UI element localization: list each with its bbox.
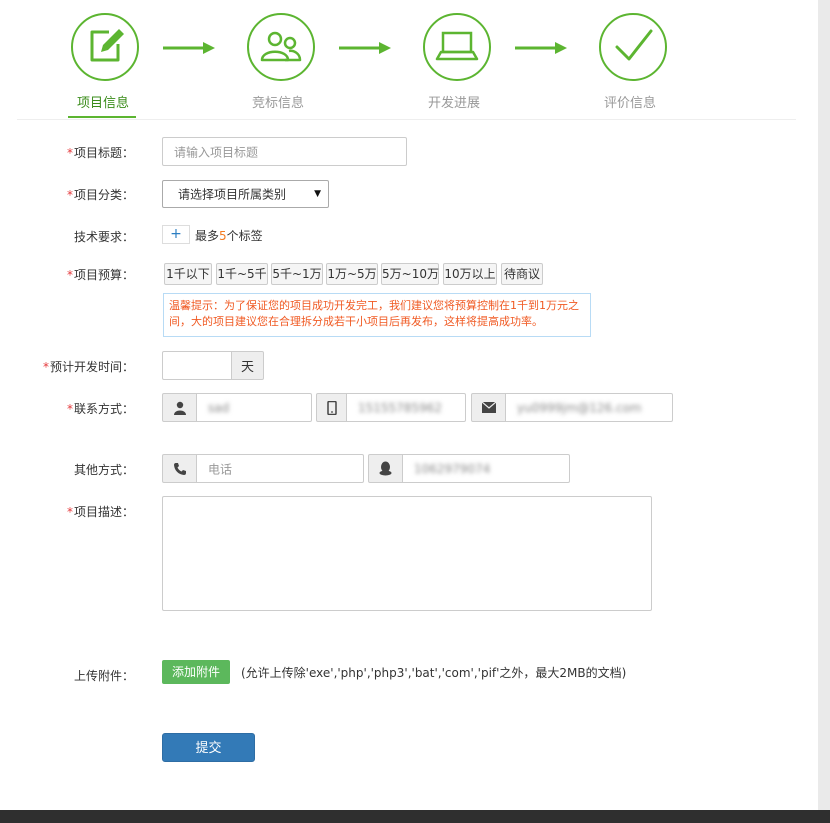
users-icon	[260, 31, 302, 62]
budget-tip: 温馨提示：为了保证您的项目成功开发完工，我们建议您将预算控制在1千到1万元之间，…	[163, 293, 591, 337]
budget-option[interactable]: 1千~5千	[216, 263, 268, 285]
required-mark: *	[42, 360, 49, 374]
budget-option[interactable]: 1万~5万	[326, 263, 378, 285]
description-label: *项目描述：	[66, 505, 134, 519]
category-select[interactable]: 请选择项目所属类别 ▼	[162, 180, 329, 208]
step-dev-progress-icon	[423, 13, 491, 81]
phone-icon	[162, 454, 197, 483]
category-label: *项目分类：	[66, 188, 134, 202]
step-bid-info-icon	[247, 13, 315, 81]
duration-input[interactable]	[162, 351, 232, 380]
category-selected: 请选择项目所属类别	[178, 187, 287, 202]
mobile-icon	[316, 393, 347, 422]
tech-label: 技术要求：	[73, 230, 134, 244]
required-mark: *	[66, 402, 73, 416]
qq-value: 1062979074	[414, 461, 491, 476]
step-review-icon	[599, 13, 667, 81]
contact-name-input[interactable]: sad	[196, 393, 312, 422]
contact-email-input[interactable]: yu0999jm@126.com	[505, 393, 673, 422]
check-icon	[615, 29, 653, 61]
required-mark: *	[66, 505, 73, 519]
required-mark: *	[66, 268, 73, 282]
step-arrow-icon	[339, 42, 391, 54]
page-footer	[0, 810, 830, 823]
budget-option[interactable]: 5千~1万	[271, 263, 323, 285]
user-icon	[162, 393, 197, 422]
contact-phone-input[interactable]: 15155785962	[346, 393, 466, 422]
budget-option[interactable]: 1千以下	[164, 263, 212, 285]
title-label: *项目标题：	[66, 146, 134, 160]
title-input[interactable]: 请输入项目标题	[162, 137, 407, 166]
step-arrow-icon	[515, 42, 567, 54]
step-label-bid-info[interactable]: 竞标信息	[218, 92, 338, 111]
step-label-project-info[interactable]: 项目信息	[43, 92, 163, 111]
main-panel: 项目信息 竞标信息 开发进展 评价信息 *项目标题： 请输入项目标题 *项目分类…	[0, 0, 818, 810]
budget-option[interactable]: 待商议	[501, 263, 543, 285]
description-textarea[interactable]	[162, 496, 652, 611]
laptop-icon	[435, 31, 479, 61]
add-attachment-button[interactable]: 添加附件	[162, 660, 230, 684]
budget-label: *项目预算：	[66, 268, 134, 282]
title-placeholder: 请输入项目标题	[174, 145, 259, 159]
tag-limit-hint: 最多5个标签	[195, 229, 263, 243]
step-project-info-icon	[71, 13, 139, 81]
budget-option[interactable]: 10万以上	[443, 263, 497, 285]
attachment-note: (允许上传除'exe','php','php3','bat','com','pi…	[241, 666, 627, 680]
edit-icon	[90, 29, 124, 62]
duration-label: *预计开发时间：	[42, 360, 134, 374]
required-mark: *	[66, 188, 73, 202]
step-label-dev-progress[interactable]: 开发进展	[394, 92, 514, 111]
active-step-indicator	[68, 116, 136, 118]
steps-divider	[17, 119, 796, 120]
right-gutter	[818, 0, 830, 810]
step-arrow-icon	[163, 42, 215, 54]
contact-email-value: yu0999jm@126.com	[517, 400, 642, 415]
submit-button[interactable]: 提交	[162, 733, 255, 762]
chevron-down-icon: ▼	[314, 189, 321, 199]
qq-input[interactable]: 1062979074	[402, 454, 570, 483]
envelope-icon	[471, 393, 506, 422]
add-tag-button[interactable]: +	[162, 225, 190, 244]
qq-icon	[368, 454, 403, 483]
required-mark: *	[66, 146, 73, 160]
duration-unit: 天	[231, 351, 264, 380]
other-phone-placeholder: 电话	[208, 462, 233, 476]
budget-option[interactable]: 5万~10万	[381, 263, 439, 285]
contact-name-value: sad	[208, 400, 230, 415]
step-label-review[interactable]: 评价信息	[570, 92, 690, 111]
contact-label: *联系方式：	[66, 402, 134, 416]
other-phone-input[interactable]: 电话	[196, 454, 364, 483]
contact-phone-value: 15155785962	[358, 400, 442, 415]
attachment-label: 上传附件：	[73, 669, 134, 683]
other-contact-label: 其他方式：	[73, 463, 134, 477]
